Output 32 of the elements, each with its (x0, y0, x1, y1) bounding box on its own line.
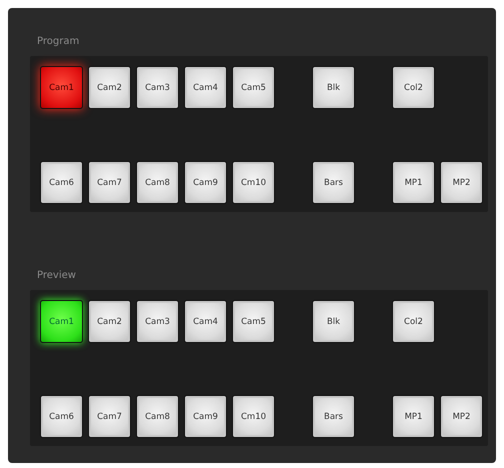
source-button[interactable]: Cam8 (136, 161, 179, 204)
source-button[interactable]: Cam2 (88, 300, 131, 343)
source-button[interactable]: Cam3 (136, 300, 179, 343)
source-button[interactable]: Cam5 (232, 66, 275, 109)
source-button[interactable]: Cam9 (184, 161, 227, 204)
source-button[interactable]: Cam1 (40, 300, 83, 343)
source-button[interactable]: Col2 (392, 300, 435, 343)
source-button[interactable]: MP1 (392, 395, 435, 438)
source-button[interactable]: Cm10 (232, 161, 275, 204)
source-button[interactable]: Bars (312, 395, 355, 438)
source-button[interactable]: Cam6 (40, 395, 83, 438)
source-button[interactable]: MP1 (392, 161, 435, 204)
source-button[interactable]: MP2 (440, 395, 483, 438)
source-button[interactable]: Col2 (392, 66, 435, 109)
source-button[interactable]: Blk (312, 300, 355, 343)
source-button[interactable]: Cam9 (184, 395, 227, 438)
source-button[interactable]: Cam3 (136, 66, 179, 109)
source-button[interactable]: Cam6 (40, 161, 83, 204)
source-button[interactable]: Cam4 (184, 300, 227, 343)
bus-label: Preview (37, 270, 77, 281)
source-button[interactable]: Cm10 (232, 395, 275, 438)
source-button[interactable]: MP2 (440, 161, 483, 204)
source-button[interactable]: Cam1 (40, 66, 83, 109)
source-button[interactable]: Bars (312, 161, 355, 204)
source-button[interactable]: Cam2 (88, 66, 131, 109)
source-button[interactable]: Cam8 (136, 395, 179, 438)
source-button[interactable]: Cam7 (88, 161, 131, 204)
bus-label: Program (37, 36, 80, 47)
source-button[interactable]: Cam5 (232, 300, 275, 343)
source-button[interactable]: Blk (312, 66, 355, 109)
source-button[interactable]: Cam4 (184, 66, 227, 109)
source-button[interactable]: Cam7 (88, 395, 131, 438)
